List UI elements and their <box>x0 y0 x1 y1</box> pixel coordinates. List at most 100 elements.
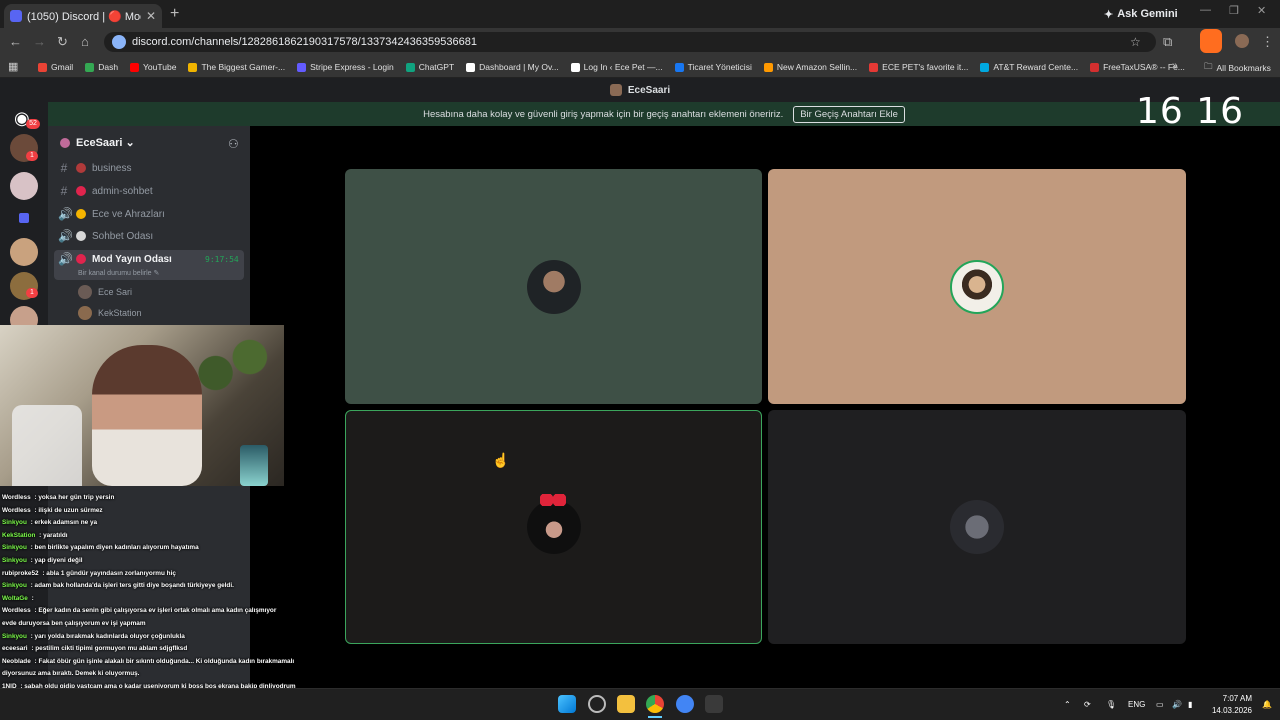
channel-item[interactable]: 🔊 Ece ve Ahrazları <box>58 204 244 224</box>
voice-member[interactable]: KekStation <box>78 304 142 322</box>
bookmark-item[interactable]: AT&T Reward Cente... <box>974 62 1084 72</box>
stream-chat-overlay: Wordless : yoksa her gün trip yersin Word… <box>2 492 312 720</box>
participant-tile[interactable] <box>768 410 1186 644</box>
bookmark-favicon-icon <box>466 62 476 72</box>
chat-text: ilişki de uzun sürmez <box>38 506 103 514</box>
channel-status[interactable]: Bir kanal durumu belirle ✎ <box>78 269 159 277</box>
site-info-icon[interactable] <box>112 35 126 49</box>
all-bookmarks-button[interactable]: 🗀 All Bookmarks <box>1204 61 1271 75</box>
hand-cursor-icon: ☝ <box>492 452 510 468</box>
bookmark-label: The Biggest Gamer-... <box>201 62 286 72</box>
bookmark-item[interactable]: ECE PET's favorite it... <box>863 62 974 72</box>
server-avatar[interactable] <box>10 172 38 200</box>
microphone-icon[interactable]: 🎙 <box>1106 700 1116 709</box>
forward-icon[interactable]: → <box>33 34 46 49</box>
chat-message: Sinkyou : ben birlikte yapalım diyen kad… <box>2 542 312 555</box>
bookmark-label: ECE PET's favorite it... <box>882 62 969 72</box>
voice-member[interactable]: Ece Sari <box>78 283 132 301</box>
extension-orange-icon[interactable] <box>1200 29 1222 53</box>
extensions-icon[interactable]: ⧉ <box>1163 34 1172 50</box>
battery-icon[interactable]: ▮ <box>1188 700 1192 709</box>
bookmark-item[interactable]: ChatGPT <box>400 62 460 72</box>
bookmark-item[interactable]: New Amazon Sellin... <box>758 62 863 72</box>
bookmark-item[interactable]: The Biggest Gamer-... <box>182 62 291 72</box>
discord-favicon-icon <box>10 10 22 22</box>
webcam-overlay <box>0 325 284 486</box>
notification-bell-icon[interactable]: 🔔 <box>1262 700 1272 709</box>
bookmark-item[interactable]: Log In ‹ Ece Pet —... <box>565 62 669 72</box>
chat-text: adam bak hollanda'da işleri ters gitti d… <box>34 582 234 590</box>
chat-message: Sinkyou : yarı yolda bırakmak kadınlarda… <box>2 631 312 644</box>
channel-emoji-icon <box>76 163 86 173</box>
chat-username: Neoblade <box>2 657 31 665</box>
home-icon[interactable]: ⌂ <box>81 34 89 49</box>
bookmark-item[interactable]: YouTube <box>124 62 182 72</box>
bookmark-item[interactable]: Dash <box>79 62 124 72</box>
chat-username: Wordless <box>2 506 31 514</box>
bookmark-label: AT&T Reward Cente... <box>993 62 1079 72</box>
maximize-icon[interactable]: ❐ <box>1229 4 1239 17</box>
add-member-icon[interactable]: ⚇ <box>228 137 239 151</box>
channel-item[interactable]: # business <box>58 158 244 178</box>
file-explorer-icon[interactable] <box>617 695 635 713</box>
reload-icon[interactable]: ↻ <box>57 34 68 50</box>
back-icon[interactable]: ← <box>9 34 22 49</box>
bookmark-star-icon[interactable]: ☆ <box>1130 35 1141 49</box>
copilot-icon[interactable] <box>588 695 606 713</box>
avatar <box>78 285 92 299</box>
bookmark-item[interactable]: Ticaret Yöneticisi <box>669 62 758 72</box>
bookmark-favicon-icon <box>980 62 990 72</box>
new-tab-icon[interactable]: + <box>170 5 179 23</box>
bookmark-item[interactable]: Stripe Express - Login <box>291 62 400 72</box>
chat-message: Wordless : yoksa her gün trip yersin <box>2 492 312 505</box>
chat-message: Sinkyou : yap diyeni değil <box>2 555 312 568</box>
bookmarks-overflow-icon[interactable]: » <box>1172 60 1178 71</box>
channel-name: Ece ve Ahrazları <box>92 208 165 220</box>
add-passkey-button[interactable]: Bir Geçiş Anahtarı Ekle <box>793 105 905 123</box>
chat-message: Sinkyou : erkek adamsın ne ya <box>2 517 312 530</box>
browser-tab[interactable]: (1050) Discord | 🔴 Mod Y ✕ <box>4 4 162 28</box>
chat-message: Sinkyou : adam bak hollanda'da işleri te… <box>2 580 312 593</box>
channel-item[interactable]: 🔊 Sohbet Odası <box>58 226 244 246</box>
bookmark-label: Dashboard | My Ov... <box>479 62 559 72</box>
folder-icon[interactable] <box>19 213 29 223</box>
chat-message: eceesari : pestilim cikti tipimi gormuyo… <box>2 643 312 656</box>
app-icon[interactable] <box>705 695 723 713</box>
close-window-icon[interactable]: ✕ <box>1257 4 1266 17</box>
participant-tile[interactable] <box>768 169 1186 404</box>
chat-message: KekStation : yaratıldı <box>2 530 312 543</box>
taskbar-date[interactable]: 14.03.2026 <box>1210 706 1252 715</box>
chat-message: Wordless : Eğer kadın da senin gibi çalı… <box>2 605 312 618</box>
server-name[interactable]: EceSaari ⌄ <box>76 136 135 149</box>
chat-username: WoltaGe <box>2 594 28 602</box>
profile-avatar[interactable] <box>1235 34 1249 48</box>
participant-tile-speaking[interactable] <box>345 410 762 644</box>
volume-icon[interactable]: 🔊 <box>1172 700 1182 709</box>
server-avatar[interactable] <box>10 238 38 266</box>
chat-username: Sinkyou <box>2 544 27 552</box>
address-bar[interactable]: discord.com/channels/1282861862190317578… <box>104 32 1156 52</box>
start-icon[interactable] <box>558 695 576 713</box>
bookmark-favicon-icon <box>1090 62 1100 72</box>
bookmark-favicon-icon <box>570 62 580 72</box>
tab-close-icon[interactable]: ✕ <box>146 9 156 23</box>
language-indicator[interactable]: ENG <box>1128 700 1145 709</box>
speaker-icon: 🔊 <box>58 229 73 243</box>
minimize-icon[interactable]: — <box>1200 4 1211 16</box>
chat-text: diyorsunuz ama bıraktı. Demek ki oluyorm… <box>2 670 140 678</box>
tray-app-icon[interactable]: ⟳ <box>1084 700 1091 709</box>
participant-tile[interactable] <box>345 169 762 404</box>
app-icon[interactable] <box>676 695 694 713</box>
apps-grid-icon[interactable]: ▦ <box>8 60 18 73</box>
chrome-icon[interactable] <box>646 695 664 713</box>
network-icon[interactable]: ▭ <box>1156 700 1164 709</box>
tray-chevron-icon[interactable]: ⌃ <box>1064 700 1071 709</box>
channel-item[interactable]: # admin-sohbet <box>58 181 244 201</box>
chat-message: Neoblade : Fakat öbür gün işinle alakalı… <box>2 656 312 669</box>
bookmark-item[interactable]: Dashboard | My Ov... <box>460 62 565 72</box>
ask-gemini-button[interactable]: ✦ Ask Gemini <box>1104 6 1178 22</box>
menu-kebab-icon[interactable]: ⋮ <box>1261 34 1274 50</box>
bookmark-item[interactable]: Gmail <box>32 62 79 72</box>
taskbar-time[interactable]: 7:07 AM <box>1212 694 1252 703</box>
member-name: KekStation <box>98 308 142 318</box>
